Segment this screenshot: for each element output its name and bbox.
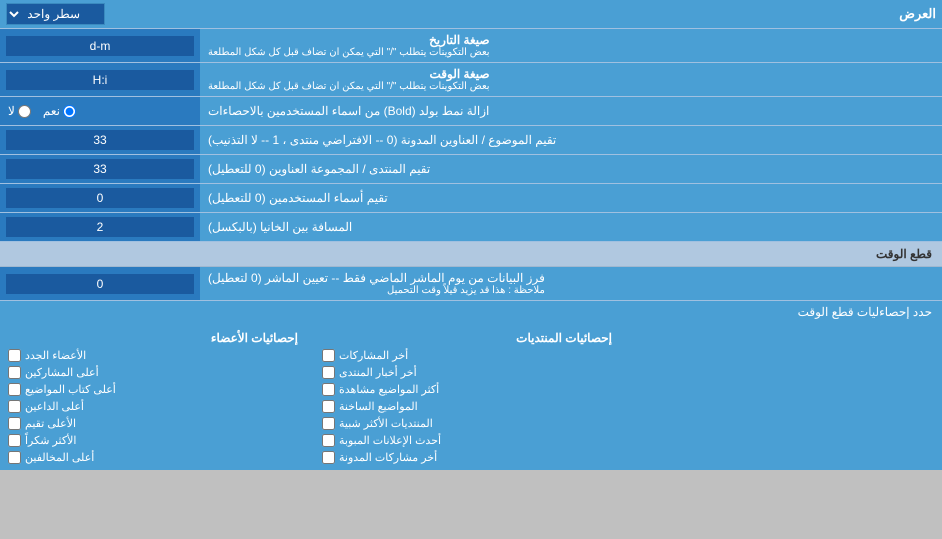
topic-order-input[interactable] (6, 130, 194, 150)
bold-remove-row: ازالة نمط بولد (Bold) من اسماء المستخدمي… (0, 97, 942, 126)
col2-header: إحصائيات المنتديات (322, 327, 620, 347)
usernames-order-row: تقيم أسماء المستخدمين (0 للتعطيل) (0, 184, 942, 213)
cb-most-similar: المنتديات الأكثر شبية (322, 415, 620, 432)
forum-order-label: تقيم المنتدى / المجموعة العناوين (0 للتع… (200, 155, 942, 183)
cb-top-violators: أعلى المخالفين (8, 449, 306, 466)
cut-time-input[interactable] (6, 274, 194, 294)
time-format-row: صيغة الوقت بعض التكوينات يتطلب "/" التي … (0, 63, 942, 97)
cb-classifieds-input[interactable] (322, 434, 335, 447)
cb-most-thanked-input[interactable] (8, 434, 21, 447)
cb-most-similar-input[interactable] (322, 417, 335, 430)
cb-top-violators-input[interactable] (8, 451, 21, 464)
display-label: العرض (899, 6, 936, 22)
cb-top-inviters: أعلى الداعين (8, 398, 306, 415)
cb-top-writers: أعلى كتاب المواضيع (8, 381, 306, 398)
spacing-row: المسافة بين الخانيا (بالبكسل) (0, 213, 942, 242)
cb-forum-news-input[interactable] (322, 366, 335, 379)
bold-no-radio[interactable] (18, 105, 31, 118)
forum-order-input[interactable] (6, 159, 194, 179)
cb-forum-news: أخر أخبار المنتدى (322, 364, 620, 381)
limit-row: حدد إحصاءليات قطع الوقت (0, 301, 942, 323)
cb-hot-topics-input[interactable] (322, 400, 335, 413)
cb-last-posts-input[interactable] (322, 349, 335, 362)
cut-section-header: قطع الوقت (0, 242, 942, 267)
checkbox-col-forums: إحصائيات المنتديات أخر المشاركات أخر أخب… (314, 323, 628, 470)
spacing-input[interactable] (6, 217, 194, 237)
col1-header: إحصائيات الأعضاء (8, 327, 306, 347)
cb-most-viewed-input[interactable] (322, 383, 335, 396)
rows-select[interactable]: سطر واحد (6, 3, 105, 25)
cb-last-posts: أخر المشاركات (322, 347, 620, 364)
cb-classifieds: أحدث الإعلانات المبوبة (322, 432, 620, 449)
cb-most-thanked: الأكثر شكراً (8, 432, 306, 449)
spacing-label: المسافة بين الخانيا (بالبكسل) (200, 213, 942, 241)
topic-order-row: تقيم الموضوع / العناوين المدونة (0 -- ال… (0, 126, 942, 155)
date-format-input[interactable] (6, 36, 194, 56)
date-format-row: صيغة التاريخ بعض التكوينات يتطلب "/" الت… (0, 29, 942, 63)
topic-order-label: تقيم الموضوع / العناوين المدونة (0 -- ال… (200, 126, 942, 154)
time-format-input-wrap (0, 63, 200, 96)
spacing-input-wrap (0, 213, 200, 241)
cb-new-members-input[interactable] (8, 349, 21, 362)
checkbox-grid: إحصائيات المنتديات أخر المشاركات أخر أخب… (0, 323, 942, 470)
cb-top-posters: أعلى المشاركين (8, 364, 306, 381)
bold-remove-options: نعم لا (0, 97, 200, 125)
cut-time-input-wrap (0, 267, 200, 300)
cb-top-rated: الأعلى تقيم (8, 415, 306, 432)
date-format-label: صيغة التاريخ بعض التكوينات يتطلب "/" الت… (200, 29, 942, 62)
cb-top-inviters-input[interactable] (8, 400, 21, 413)
cut-time-row: فرز البيانات من يوم الماشر الماضي فقط --… (0, 267, 942, 301)
checkbox-col-members: إحصائيات الأعضاء الأعضاء الجدد أعلى المش… (0, 323, 314, 470)
cb-top-rated-input[interactable] (8, 417, 21, 430)
cb-most-viewed: أكثر المواضيع مشاهدة (322, 381, 620, 398)
usernames-order-input[interactable] (6, 188, 194, 208)
cut-time-label: فرز البيانات من يوم الماشر الماضي فقط --… (200, 267, 942, 300)
cb-blog-posts: أخر مشاركات المدونة (322, 449, 620, 466)
cb-hot-topics: المواضيع الساخنة (322, 398, 620, 415)
time-format-input[interactable] (6, 70, 194, 90)
forum-order-row: تقيم المنتدى / المجموعة العناوين (0 للتع… (0, 155, 942, 184)
cb-top-writers-input[interactable] (8, 383, 21, 396)
date-format-input-wrap (0, 29, 200, 62)
bold-yes-label: نعم (43, 104, 76, 118)
topic-order-input-wrap (0, 126, 200, 154)
top-row: العرض سطر واحد (0, 0, 942, 29)
cb-blog-posts-input[interactable] (322, 451, 335, 464)
checkbox-col-empty (628, 323, 942, 470)
bold-remove-label: ازالة نمط بولد (Bold) من اسماء المستخدمي… (200, 97, 942, 125)
cb-new-members: الأعضاء الجدد (8, 347, 306, 364)
forum-order-input-wrap (0, 155, 200, 183)
usernames-order-input-wrap (0, 184, 200, 212)
time-format-label: صيغة الوقت بعض التكوينات يتطلب "/" التي … (200, 63, 942, 96)
bold-no-label: لا (8, 104, 31, 118)
main-container: العرض سطر واحد صيغة التاريخ بعض التكوينا… (0, 0, 942, 470)
cb-top-posters-input[interactable] (8, 366, 21, 379)
usernames-order-label: تقيم أسماء المستخدمين (0 للتعطيل) (200, 184, 942, 212)
bold-yes-radio[interactable] (63, 105, 76, 118)
